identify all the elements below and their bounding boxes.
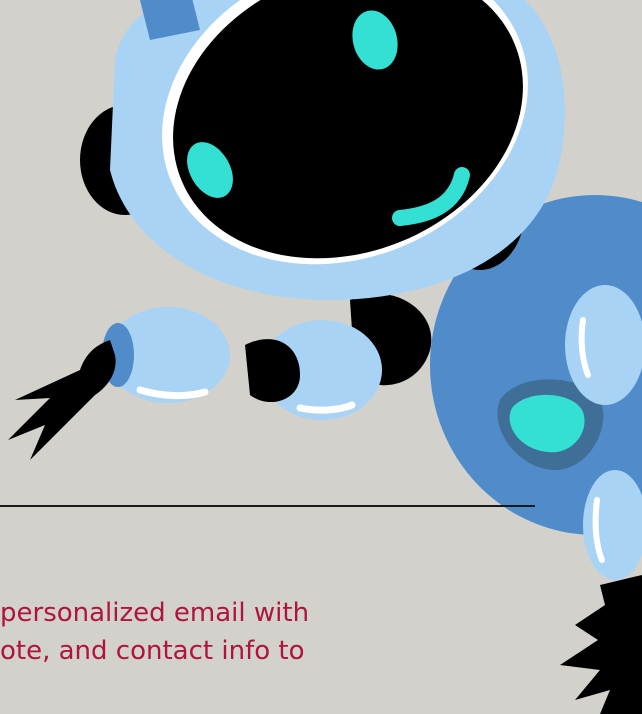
body-line-1: personalized email with [0,598,310,628]
body-paragraph: personalized email with ote, and contact… [0,594,520,670]
robot-shoulder [565,285,642,405]
robot-right-hand [560,575,642,714]
robot-left-hand [8,340,116,460]
divider-line [0,505,535,507]
body-line-2: ote, and contact info to [0,636,305,666]
